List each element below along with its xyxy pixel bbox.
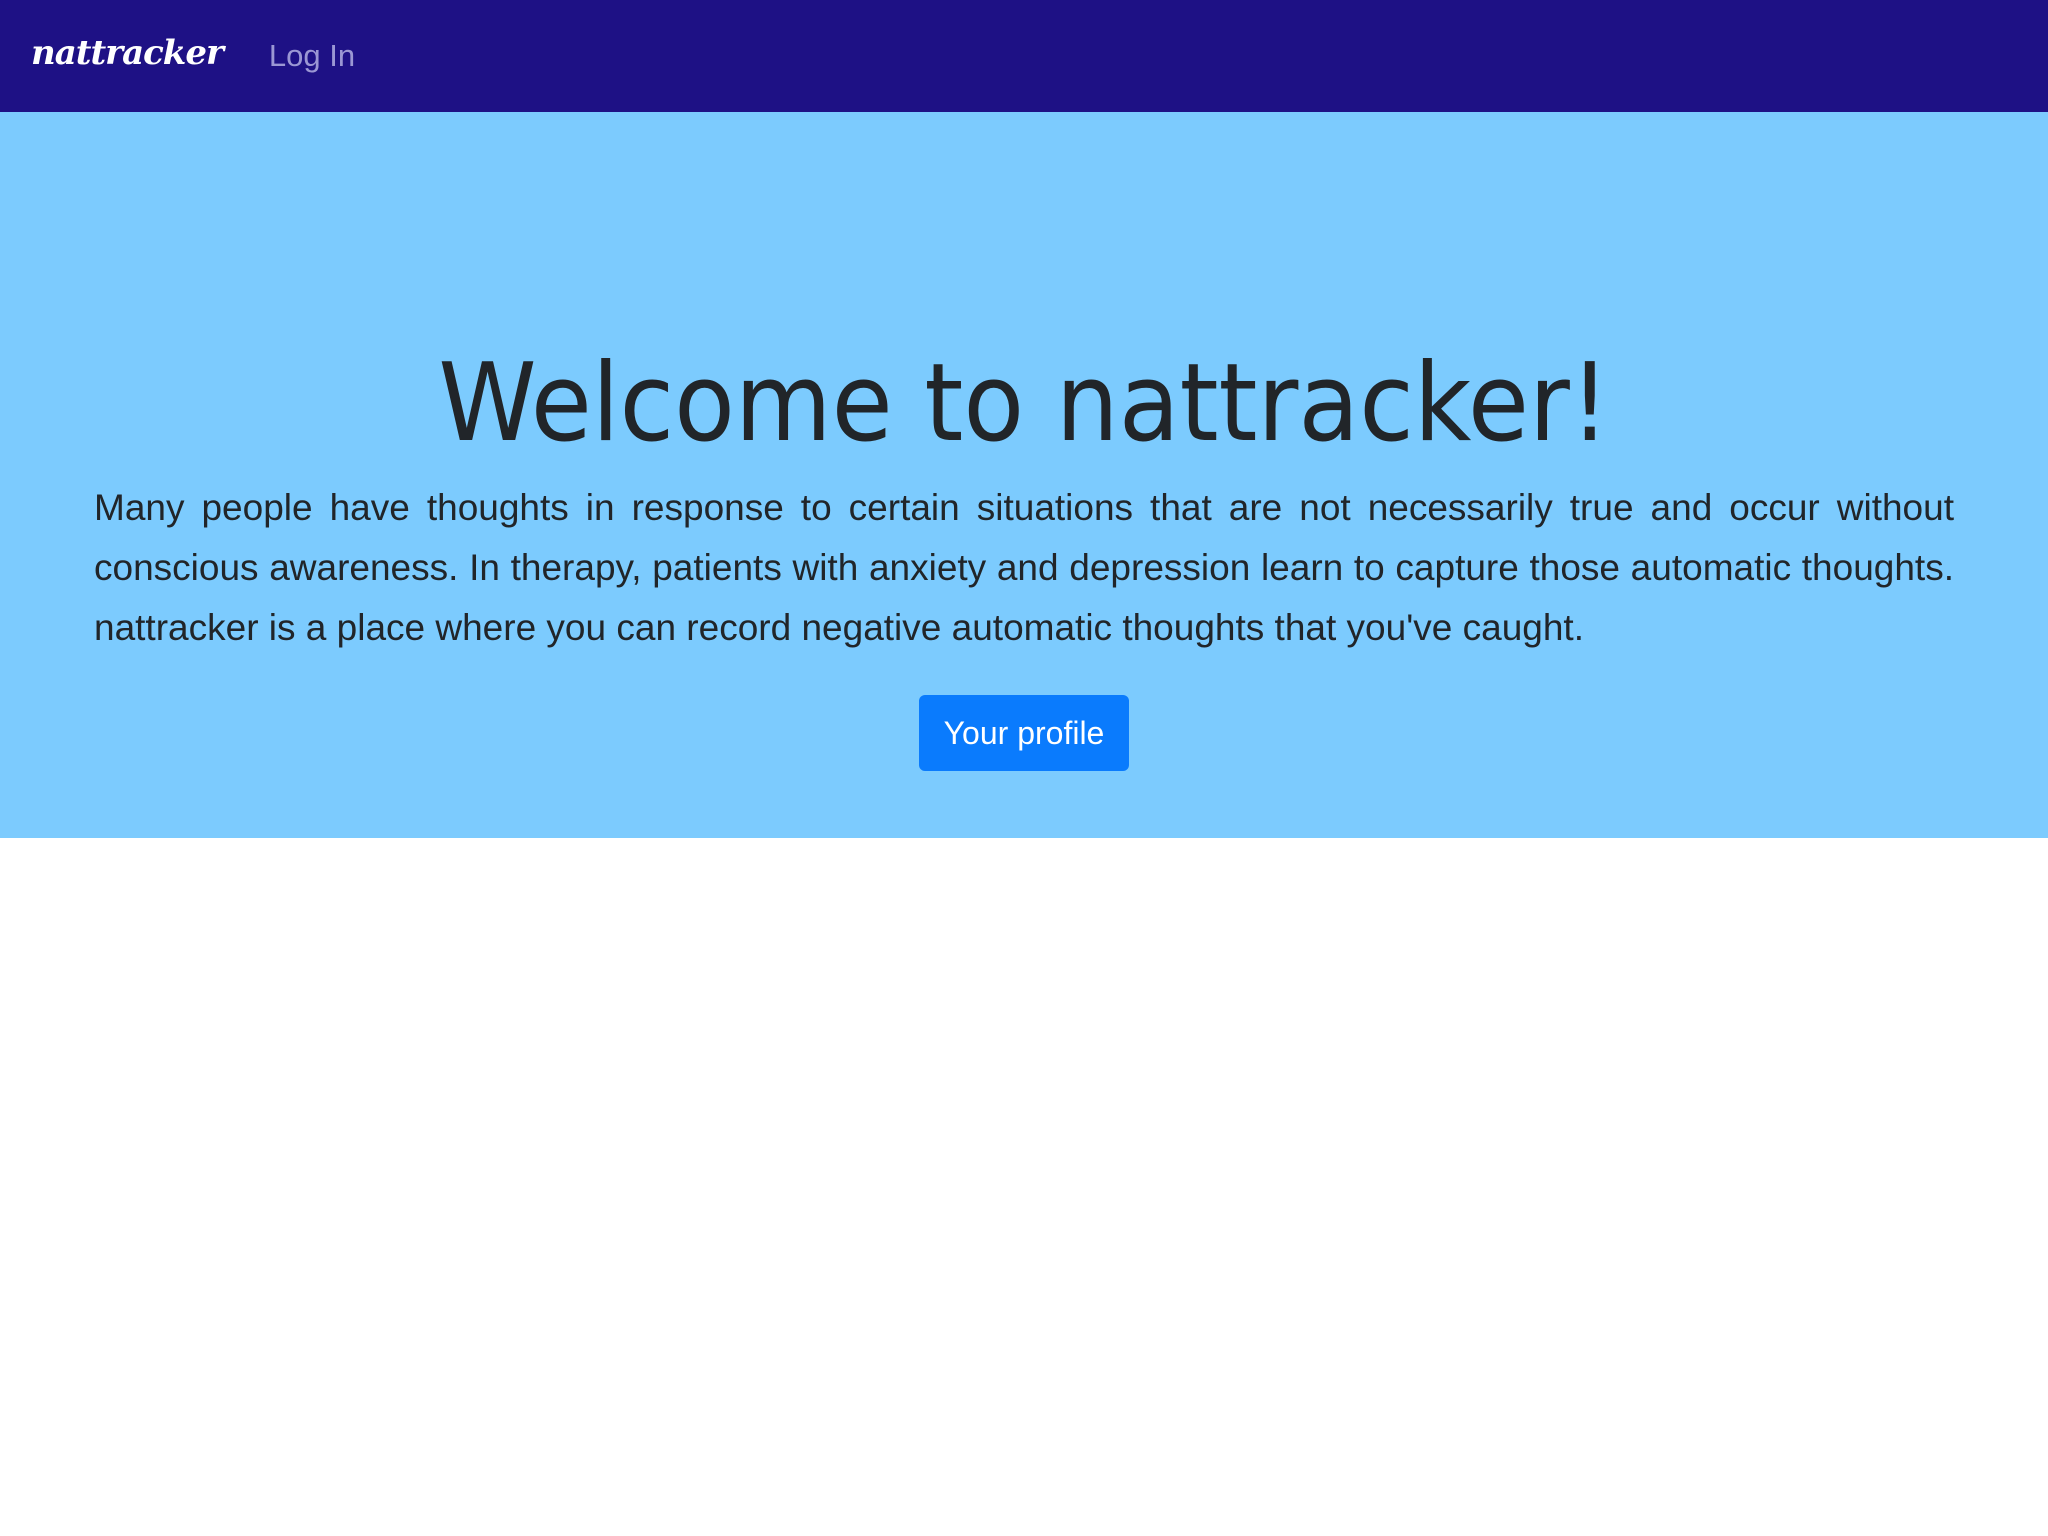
- login-link[interactable]: Log In: [269, 38, 355, 74]
- top-navbar: nattracker Log In: [0, 0, 2048, 112]
- your-profile-button[interactable]: Your profile: [918, 695, 1130, 771]
- hero-jumbotron: Welcome to nattracker! Many people have …: [0, 112, 2048, 838]
- brand-logo[interactable]: nattracker: [31, 33, 224, 73]
- hero-description: Many people have thoughts in response to…: [94, 487, 1954, 648]
- page-title: Welcome to nattracker!: [438, 341, 1610, 466]
